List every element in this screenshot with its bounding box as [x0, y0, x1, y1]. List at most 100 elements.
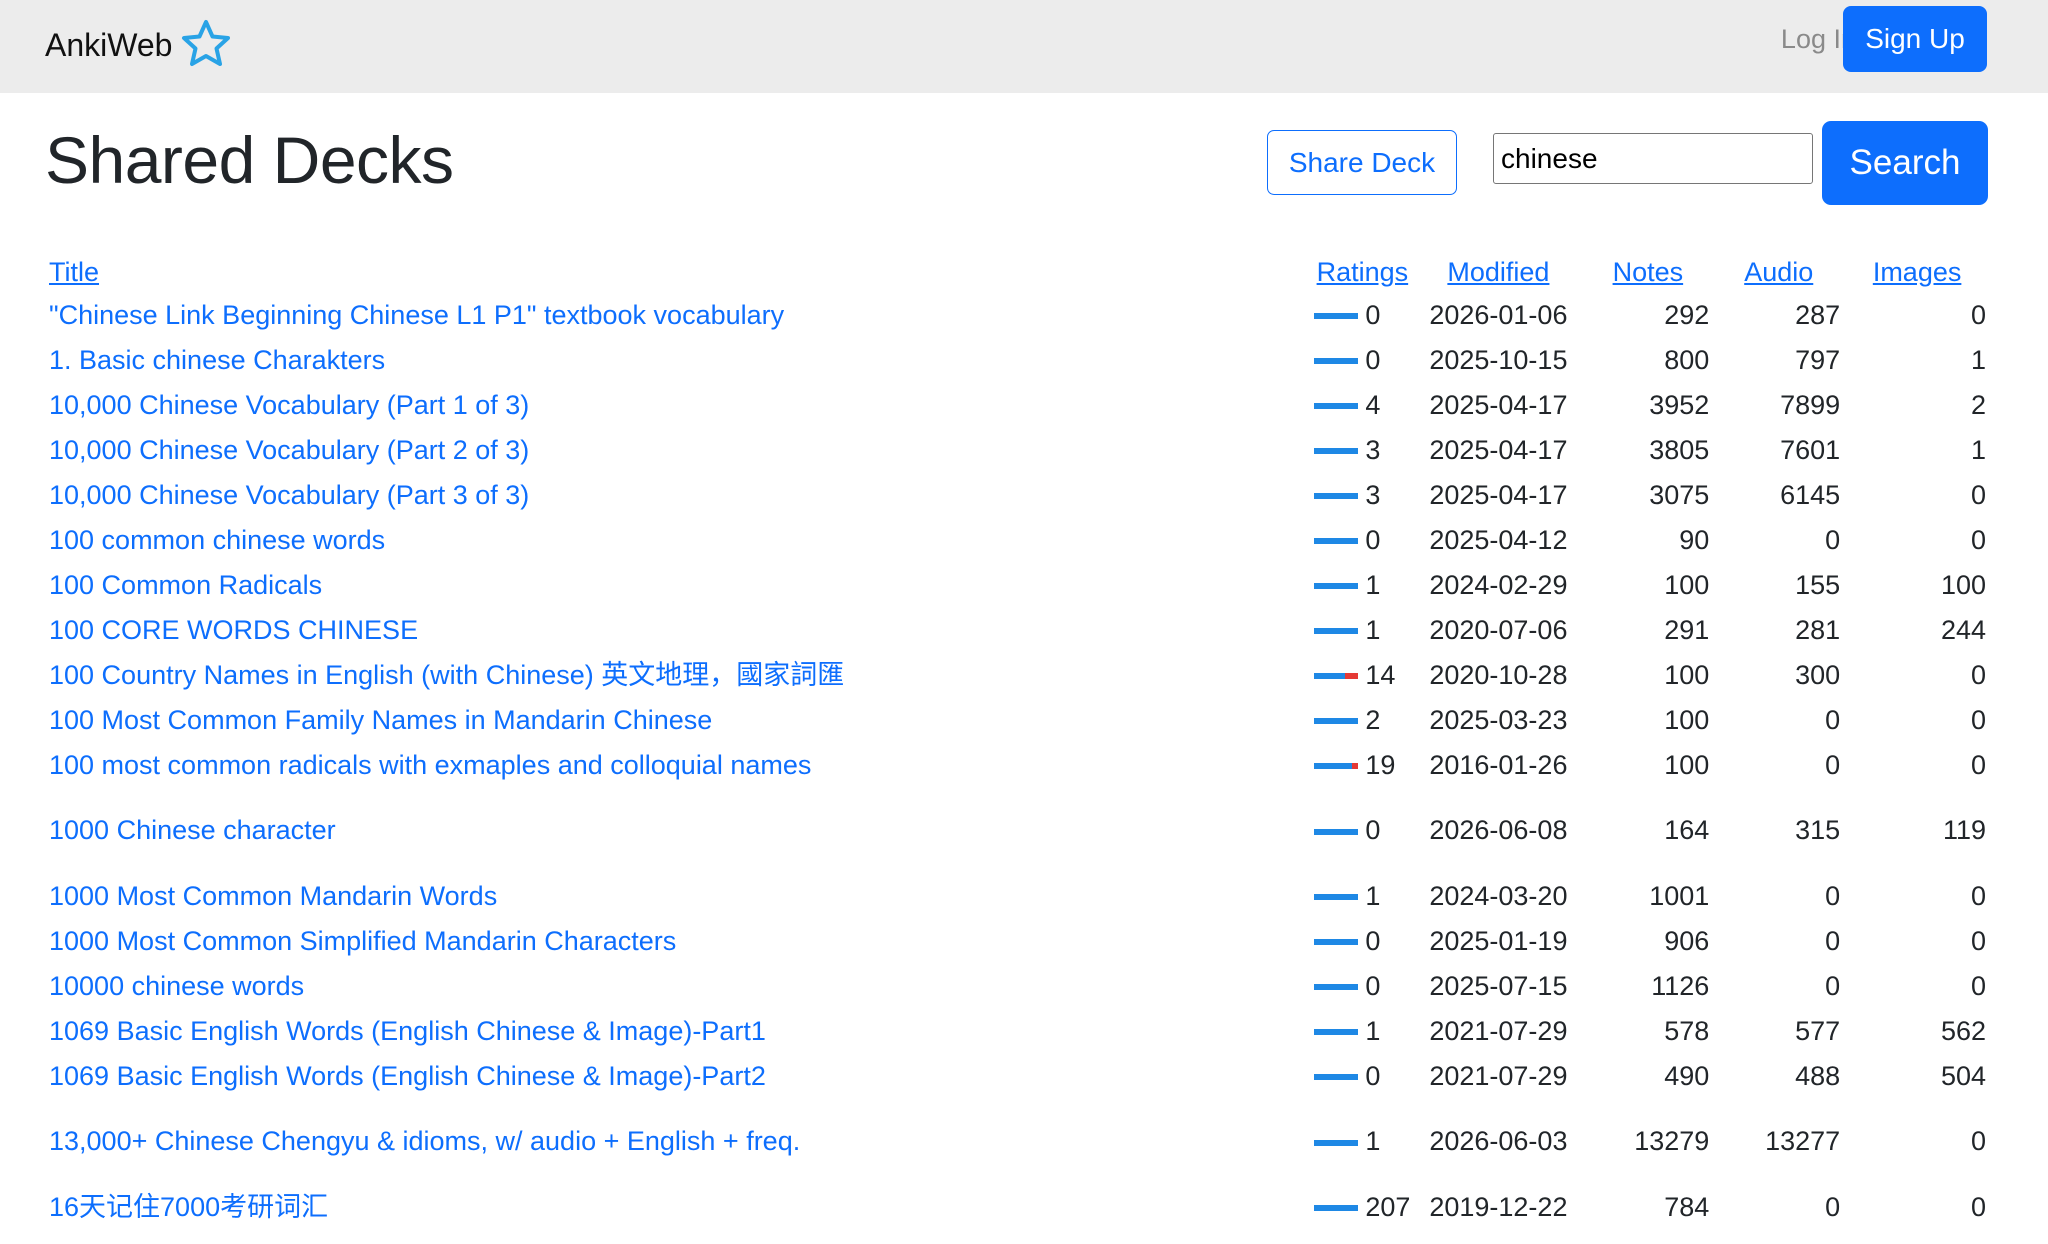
- deck-title-link[interactable]: 100 CORE WORDS CHINESE: [49, 615, 418, 645]
- images-cell: 0: [1970, 704, 1986, 735]
- modified-cell: 2025-01-19: [1429, 925, 1568, 956]
- rating-cell: 3: [1310, 472, 1414, 517]
- deck-title-link[interactable]: 1000 Most Common Mandarin Words: [49, 881, 497, 911]
- table-row: 1. Basic chinese Charakters 0 2025-10-15 80…: [45, 337, 1990, 382]
- rating-cell: 0: [1310, 963, 1414, 1008]
- deck-title-link[interactable]: 100 Most Common Family Names in Mandarin…: [49, 705, 712, 735]
- table-row: 100 common chinese words 0 2025-04-12 90 0 0: [45, 517, 1990, 562]
- column-header-ratings[interactable]: Ratings: [1310, 252, 1414, 292]
- deck-title-link[interactable]: 100 Common Radicals: [49, 570, 322, 600]
- modified-cell: 2026-06-03: [1429, 1126, 1568, 1156]
- table-row: 100 Country Names in English (with Chine…: [45, 652, 1990, 697]
- table-row: 1000 Chinese character 0 2026-06-08 164 315 1…: [45, 787, 1990, 873]
- deck-title-link[interactable]: 100 Country Names in English (with Chine…: [49, 660, 844, 690]
- images-cell: 0: [1970, 479, 1986, 510]
- modified-cell: 2025-04-12: [1429, 524, 1568, 555]
- deck-title-link[interactable]: 1. Basic chinese Charakters: [49, 345, 385, 375]
- modified-cell: 2025-04-17: [1429, 479, 1568, 510]
- images-cell: 0: [1970, 749, 1986, 780]
- audio-cell: 797: [1795, 344, 1841, 375]
- rating-count: 4: [1365, 389, 1381, 420]
- rating-bar: [1314, 1205, 1359, 1212]
- deck-title-link[interactable]: 10,000 Chinese Vocabulary (Part 2 of 3): [49, 435, 529, 465]
- deck-title-link[interactable]: 1000 Most Common Simplified Mandarin Cha…: [49, 926, 676, 956]
- rating-bar: [1314, 1139, 1359, 1146]
- deck-title-cell: 100 common chinese words: [45, 517, 1310, 562]
- brand-link[interactable]: AnkiWeb: [45, 20, 234, 70]
- rating-cell: 0: [1310, 337, 1414, 382]
- notes-cell: 291: [1664, 614, 1710, 645]
- signup-button[interactable]: Sign Up: [1843, 6, 1987, 72]
- sort-ratings-link[interactable]: Ratings: [1317, 257, 1409, 287]
- column-header-audio[interactable]: Audio: [1713, 252, 1844, 292]
- share-deck-button[interactable]: Share Deck: [1267, 130, 1457, 195]
- images-cell: 0: [1970, 1191, 1986, 1222]
- images-cell: 0: [1970, 970, 1986, 1001]
- images-cell: 0: [1970, 1126, 1986, 1156]
- rating-count: 1: [1365, 569, 1381, 600]
- deck-title-cell: 1069 Basic English Words (English Chines…: [45, 1008, 1310, 1053]
- audio-cell: 287: [1795, 299, 1841, 330]
- deck-title-link[interactable]: 100 common chinese words: [49, 525, 385, 555]
- column-header-notes[interactable]: Notes: [1582, 252, 1713, 292]
- sort-images-link[interactable]: Images: [1873, 257, 1962, 287]
- rating-count: 3: [1365, 479, 1381, 510]
- rating-bar: [1314, 1029, 1359, 1036]
- deck-title-link[interactable]: "Chinese Link Beginning Chinese L1 P1" t…: [49, 300, 784, 330]
- rating-count: 0: [1365, 815, 1381, 845]
- modified-cell: 2025-10-15: [1429, 344, 1568, 375]
- search-input[interactable]: [1493, 133, 1813, 184]
- rating-bar: [1314, 448, 1359, 455]
- images-cell: 0: [1970, 524, 1986, 555]
- deck-title-link[interactable]: 1000 Chinese character: [49, 815, 336, 845]
- rating-bar: [1314, 939, 1359, 946]
- rating-bar: [1314, 358, 1359, 365]
- rating-count: 1: [1365, 614, 1381, 645]
- images-cell: 1: [1970, 344, 1986, 375]
- sort-notes-link[interactable]: Notes: [1613, 257, 1684, 287]
- audio-cell: 315: [1795, 815, 1841, 845]
- images-cell: 0: [1970, 880, 1986, 911]
- sort-audio-link[interactable]: Audio: [1744, 257, 1813, 287]
- deck-title-link[interactable]: 100 most common radicals with exmaples a…: [49, 750, 811, 780]
- column-header-modified[interactable]: Modified: [1414, 252, 1582, 292]
- audio-cell: 0: [1825, 925, 1841, 956]
- rating-bar: [1314, 313, 1359, 320]
- rating-cell: 3: [1310, 427, 1414, 472]
- rating-count: 1: [1365, 880, 1381, 911]
- table-row: 13,000+ Chinese Chengyu & idioms, w/ aud…: [45, 1098, 1990, 1184]
- rating-cell: 0: [1310, 1053, 1414, 1098]
- rating-count: 207: [1365, 1191, 1411, 1222]
- deck-title-link[interactable]: 1069 Basic English Words (English Chines…: [49, 1016, 766, 1046]
- table-row: 1000 Most Common Mandarin Words 1 2024-03-…: [45, 873, 1990, 918]
- table-header-row: Title Ratings Modified Notes Audio Image…: [45, 252, 1990, 292]
- modified-cell: 2025-04-17: [1429, 434, 1568, 465]
- audio-cell: 0: [1825, 704, 1841, 735]
- rating-count: 3: [1365, 434, 1381, 465]
- modified-cell: 2019-12-22: [1429, 1191, 1568, 1222]
- deck-title-link[interactable]: 16天记住7000考研词汇: [49, 1192, 328, 1222]
- images-cell: 0: [1970, 925, 1986, 956]
- deck-title-link[interactable]: 10,000 Chinese Vocabulary (Part 3 of 3): [49, 480, 529, 510]
- search-button[interactable]: Search: [1822, 121, 1988, 205]
- audio-cell: 300: [1795, 659, 1841, 690]
- column-header-images[interactable]: Images: [1844, 252, 1990, 292]
- notes-cell: 13279: [1634, 1126, 1710, 1156]
- deck-title-link[interactable]: 10000 chinese words: [49, 971, 304, 1001]
- deck-title-link[interactable]: 13,000+ Chinese Chengyu & idioms, w/ aud…: [49, 1126, 800, 1156]
- images-cell: 2: [1970, 389, 1986, 420]
- table-row: 1069 Basic English Words (English Chines…: [45, 1008, 1990, 1053]
- deck-title-link[interactable]: 1069 Basic English Words (English Chines…: [49, 1061, 766, 1091]
- audio-cell: 0: [1825, 749, 1841, 780]
- deck-title-link[interactable]: 10,000 Chinese Vocabulary (Part 1 of 3): [49, 390, 529, 420]
- rating-bar: [1314, 984, 1359, 991]
- table-row: 16天记住7000考研词汇 207 2019-12-22 784 0 0: [45, 1184, 1990, 1229]
- table-row: 10,000 Chinese Vocabulary (Part 2 of 3) 3…: [45, 427, 1990, 472]
- sort-title-link[interactable]: Title: [49, 257, 99, 287]
- sort-modified-link[interactable]: Modified: [1447, 257, 1549, 287]
- table-row: 1000 Most Common Simplified Mandarin Cha…: [45, 918, 1990, 963]
- deck-title-cell: 10000 chinese words: [45, 963, 1310, 1008]
- column-header-title[interactable]: Title: [45, 252, 1310, 292]
- rating-cell: 1: [1310, 1008, 1414, 1053]
- rating-count: 1: [1365, 1015, 1381, 1046]
